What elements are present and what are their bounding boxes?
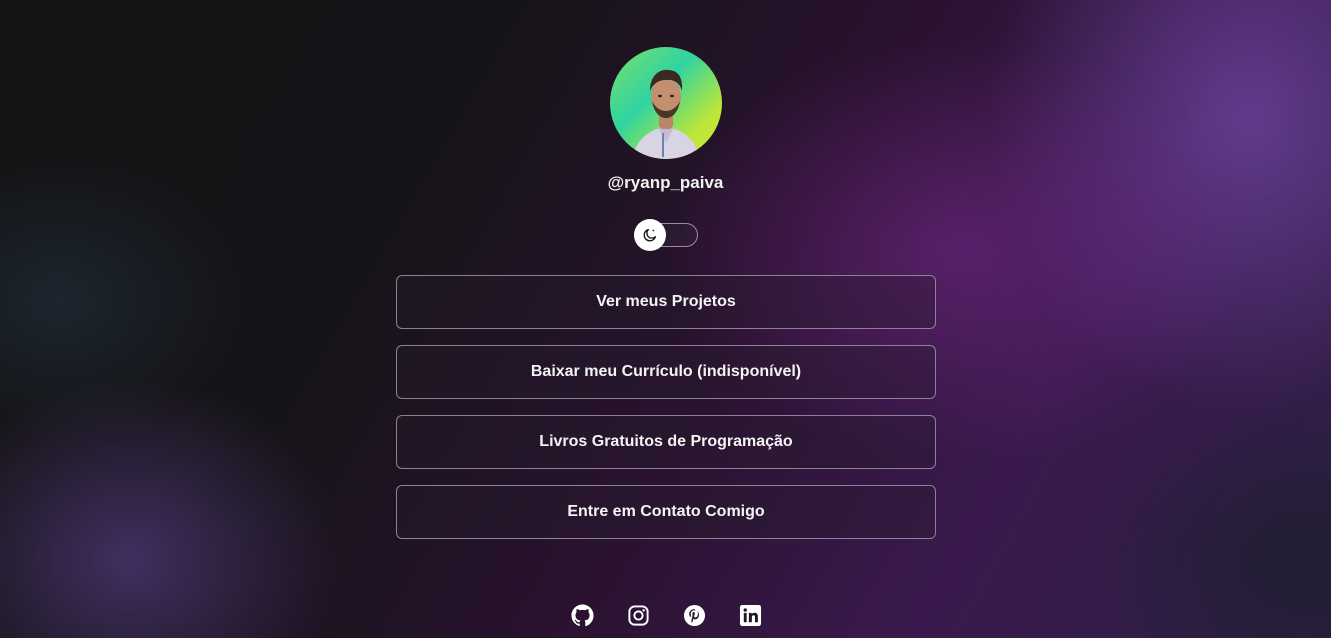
instagram-icon	[627, 604, 649, 626]
linkedin-link[interactable]	[738, 603, 762, 627]
github-link[interactable]	[570, 603, 594, 627]
person-photo-icon	[632, 69, 700, 159]
profile-avatar	[610, 47, 722, 159]
moon-icon	[643, 229, 656, 242]
projects-button[interactable]: Ver meus Projetos	[396, 275, 936, 329]
pinterest-icon	[683, 604, 705, 626]
contact-button[interactable]: Entre em Contato Comigo	[396, 485, 936, 539]
theme-toggle-knob[interactable]	[634, 219, 666, 251]
social-links	[570, 603, 762, 627]
profile-handle: @ryanp_paiva	[607, 173, 724, 192]
download-resume-button[interactable]: Baixar meu Currículo (indisponível)	[396, 345, 936, 399]
pinterest-link[interactable]	[682, 603, 706, 627]
instagram-link[interactable]	[626, 603, 650, 627]
github-icon	[570, 603, 594, 626]
linkedin-icon	[739, 604, 761, 626]
free-books-button[interactable]: Livros Gratuitos de Programação	[396, 415, 936, 469]
linktree-page: @ryanp_paiva Ver meus Projetos Baixar me…	[0, 0, 1331, 638]
link-list: Ver meus Projetos Baixar meu Currículo (…	[396, 275, 936, 555]
theme-toggle[interactable]	[634, 219, 698, 251]
